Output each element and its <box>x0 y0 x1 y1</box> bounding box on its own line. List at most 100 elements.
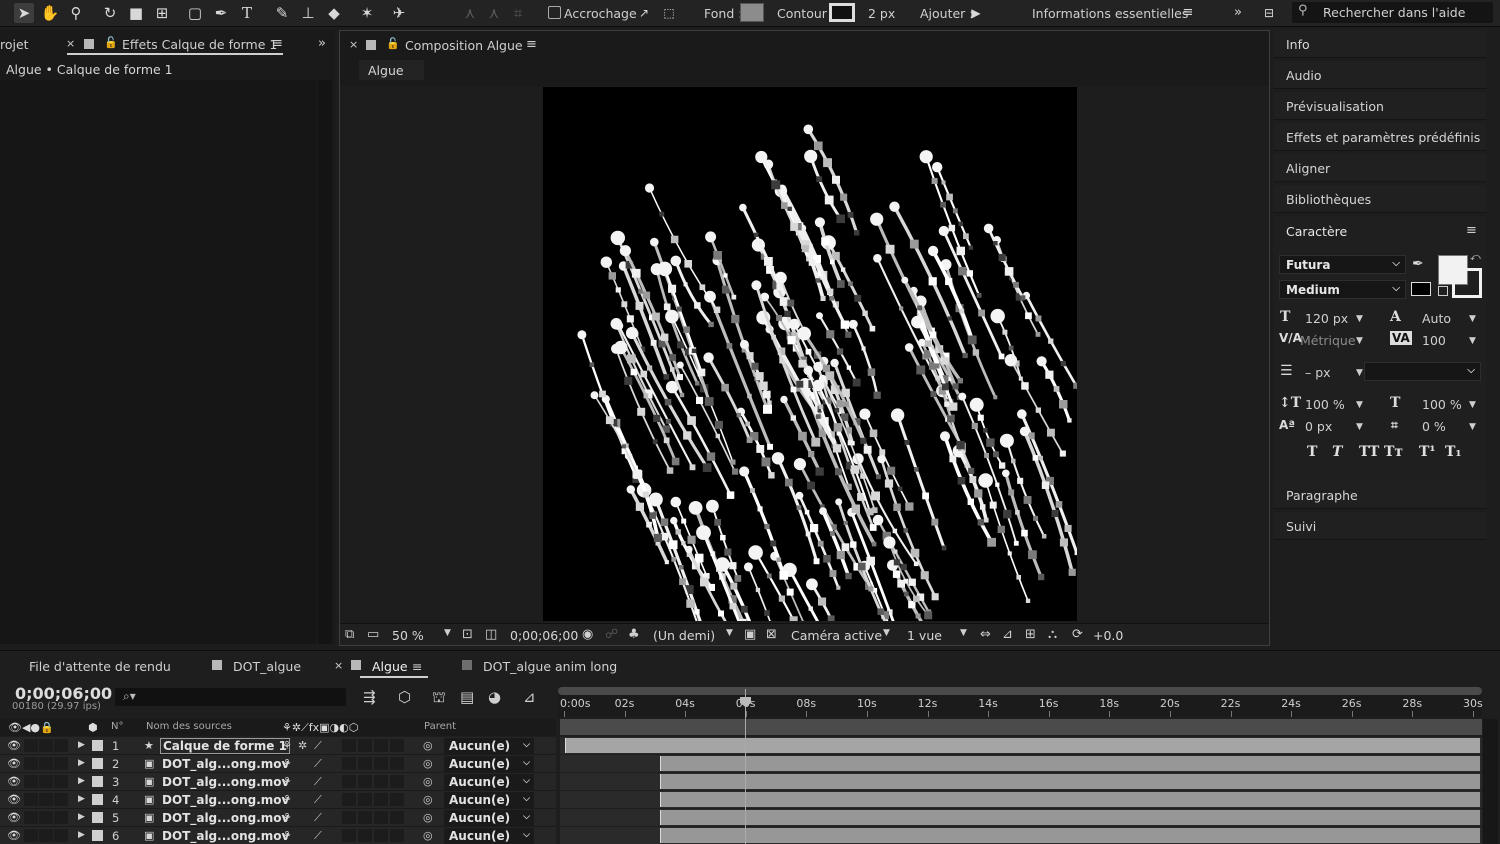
stroke-width-value[interactable]: – px <box>1305 365 1331 380</box>
solo-toggle[interactable] <box>39 793 53 806</box>
add-play-icon[interactable]: ▶ <box>966 3 986 23</box>
effects-switch[interactable] <box>342 793 356 806</box>
visibility-eye-icon[interactable]: 👁 <box>7 811 21 824</box>
quality-switch-icon[interactable]: ⟋ <box>314 793 322 807</box>
chevron-down-icon[interactable]: ▼ <box>1356 368 1363 378</box>
rectangle-tool-icon[interactable]: ▢ <box>185 3 205 23</box>
effects-switch[interactable] <box>342 829 356 842</box>
solo-toggle[interactable] <box>39 829 53 842</box>
pick-whip-icon[interactable]: ◎ <box>423 811 433 824</box>
panel-menu-icon[interactable]: ≡ <box>412 659 422 674</box>
text-tool-icon[interactable]: T <box>237 3 257 23</box>
superscript-icon[interactable]: T¹ <box>1419 444 1436 460</box>
table-row[interactable]: 👁 ▶ 4 ▣ DOT_alg...ong.mov ⚘ ⟋ ◎ Aucun(e) ⌵ <box>0 791 556 809</box>
panel-info[interactable]: Info <box>1274 30 1486 58</box>
chevron-down-icon[interactable]: ▼ <box>960 628 967 638</box>
frame-blend-switch[interactable] <box>358 775 372 788</box>
camera-dropdown[interactable]: Caméra active <box>791 628 882 643</box>
draft-3d-icon[interactable]: ⊿ <box>1002 627 1013 642</box>
world-axis-icon[interactable]: ⋏ <box>484 3 504 23</box>
visibility-eye-icon[interactable]: 👁 <box>7 829 21 842</box>
visibility-eye-icon[interactable]: 👁 <box>7 739 21 752</box>
tab-render-queue[interactable]: File d'attente de rendu <box>29 659 171 674</box>
close-icon[interactable]: × <box>334 659 343 672</box>
adjustment-switch[interactable] <box>390 811 404 824</box>
monitor-icon[interactable]: ▭ <box>367 627 379 642</box>
timeline-icon[interactable]: ⊞ <box>1025 627 1036 642</box>
adjustment-switch[interactable] <box>390 757 404 770</box>
panel-libraries[interactable]: Bibliothèques <box>1274 185 1486 213</box>
pick-whip-icon[interactable]: ◎ <box>423 739 433 752</box>
layer-name[interactable]: DOT_alg...ong.mov <box>162 793 289 807</box>
lock-toggle[interactable] <box>54 811 68 824</box>
visibility-eye-icon[interactable]: 👁 <box>7 775 21 788</box>
chevron-down-icon[interactable]: ▼ <box>1469 336 1476 346</box>
composition-flowchart-icon[interactable]: ⇶ <box>363 688 376 706</box>
quality-switch-icon[interactable]: ⟋ <box>314 757 322 771</box>
panel-preview[interactable]: Prévisualisation <box>1274 92 1486 120</box>
help-search-box[interactable]: ⚲ Rechercher dans l'aide <box>1292 2 1493 23</box>
motion-blur-switch[interactable] <box>374 757 388 770</box>
local-axis-icon[interactable]: ⋏ <box>460 3 480 23</box>
motion-blur-switch[interactable] <box>374 811 388 824</box>
faux-bold-icon[interactable]: T <box>1307 444 1317 460</box>
chevron-down-icon[interactable]: ▼ <box>1356 336 1363 346</box>
motion-blur-switch[interactable] <box>374 775 388 788</box>
lock-toggle[interactable] <box>54 793 68 806</box>
audio-toggle[interactable] <box>24 829 38 842</box>
effects-scrollbar[interactable] <box>318 80 332 644</box>
motion-blur-switch[interactable] <box>374 739 388 752</box>
more-workspaces-icon[interactable]: » <box>1228 3 1248 23</box>
shy-layers-icon[interactable]: ⛫ <box>432 688 446 708</box>
stroke-color-swatch[interactable] <box>1452 268 1482 298</box>
lock-toggle[interactable] <box>54 739 68 752</box>
label-color-icon[interactable] <box>92 812 103 823</box>
transparency-grid-icon[interactable]: ⊠ <box>766 627 777 642</box>
table-row[interactable]: 👁 ▶ 5 ▣ DOT_alg...ong.mov ⚘ ⟋ ◎ Aucun(e) ⌵ <box>0 809 556 827</box>
parent-dropdown[interactable]: Aucun(e) ⌵ <box>444 792 534 808</box>
zoom-tool-icon[interactable]: ⚲ <box>66 3 86 23</box>
expand-triangle-icon[interactable]: ▶ <box>78 830 85 840</box>
exposure-value[interactable]: +0.0 <box>1093 628 1123 643</box>
fast-preview-icon[interactable]: ▣ <box>744 627 756 642</box>
puppet-pin-tool-icon[interactable]: ✈ <box>389 3 409 23</box>
always-preview-icon[interactable]: ⧉ <box>345 627 354 642</box>
label-color-icon[interactable] <box>92 794 103 805</box>
shy-switch-icon[interactable]: ⚘ <box>282 829 292 842</box>
tab-project[interactable]: rojet <box>0 37 29 52</box>
show-snapshot-icon[interactable]: ☍ <box>605 627 618 642</box>
layer-name[interactable]: DOT_alg...ong.mov <box>162 775 289 789</box>
chevron-down-icon[interactable]: ▼ <box>1356 400 1363 410</box>
panel-menu-icon[interactable]: ≡ <box>1466 223 1477 238</box>
layer-duration-bar[interactable] <box>660 828 1480 843</box>
motion-blur-switch[interactable] <box>374 793 388 806</box>
layer-name[interactable]: DOT_alg...ong.mov <box>162 811 289 825</box>
collapse-switch-icon[interactable]: ✲ <box>298 739 307 752</box>
chevron-down-icon[interactable]: ▼ <box>1469 422 1476 432</box>
table-row[interactable]: 👁 ▶ 1 ★ Calque de forme 1 ⚘ ✲ ⟋ ◎ Aucun(e) ⌵ <box>0 737 556 755</box>
parent-dropdown[interactable]: Aucun(e) ⌵ <box>444 828 534 844</box>
panel-audio[interactable]: Audio <box>1274 61 1486 89</box>
panel-tracker[interactable]: Suivi <box>1274 512 1486 540</box>
frame-blend-switch[interactable] <box>358 829 372 842</box>
toggle-pixel-aspect-icon[interactable]: ⇔ <box>980 627 991 642</box>
label-color-icon[interactable] <box>92 830 103 841</box>
eraser-tool-icon[interactable]: ◆ <box>324 3 344 23</box>
expand-triangle-icon[interactable]: ▶ <box>78 740 85 750</box>
fit-icon[interactable]: ⊡ <box>462 627 473 642</box>
rotate-tool-icon[interactable]: ↻ <box>100 3 120 23</box>
close-icon[interactable]: × <box>66 37 75 50</box>
leading-value[interactable]: Auto <box>1422 311 1451 326</box>
shy-switch-icon[interactable]: ⚘ <box>282 757 292 770</box>
shy-switch-icon[interactable]: ⚘ <box>282 811 292 824</box>
av-features-icon[interactable]: 👁◀●🔒 <box>8 721 54 734</box>
tab-dot-algue[interactable]: DOT_algue <box>233 659 301 674</box>
motion-blur-icon[interactable]: ◕ <box>488 688 501 706</box>
parent-dropdown[interactable]: Aucun(e) ⌵ <box>444 774 534 790</box>
lock-toggle[interactable] <box>54 829 68 842</box>
panel-menu-icon[interactable]: ≡ <box>526 37 537 52</box>
label-color-icon[interactable] <box>92 758 103 769</box>
effects-switch[interactable] <box>342 739 356 752</box>
time-navigator-bar[interactable] <box>558 687 1482 695</box>
timeline-search-input[interactable]: ⌕▾ <box>115 688 346 706</box>
